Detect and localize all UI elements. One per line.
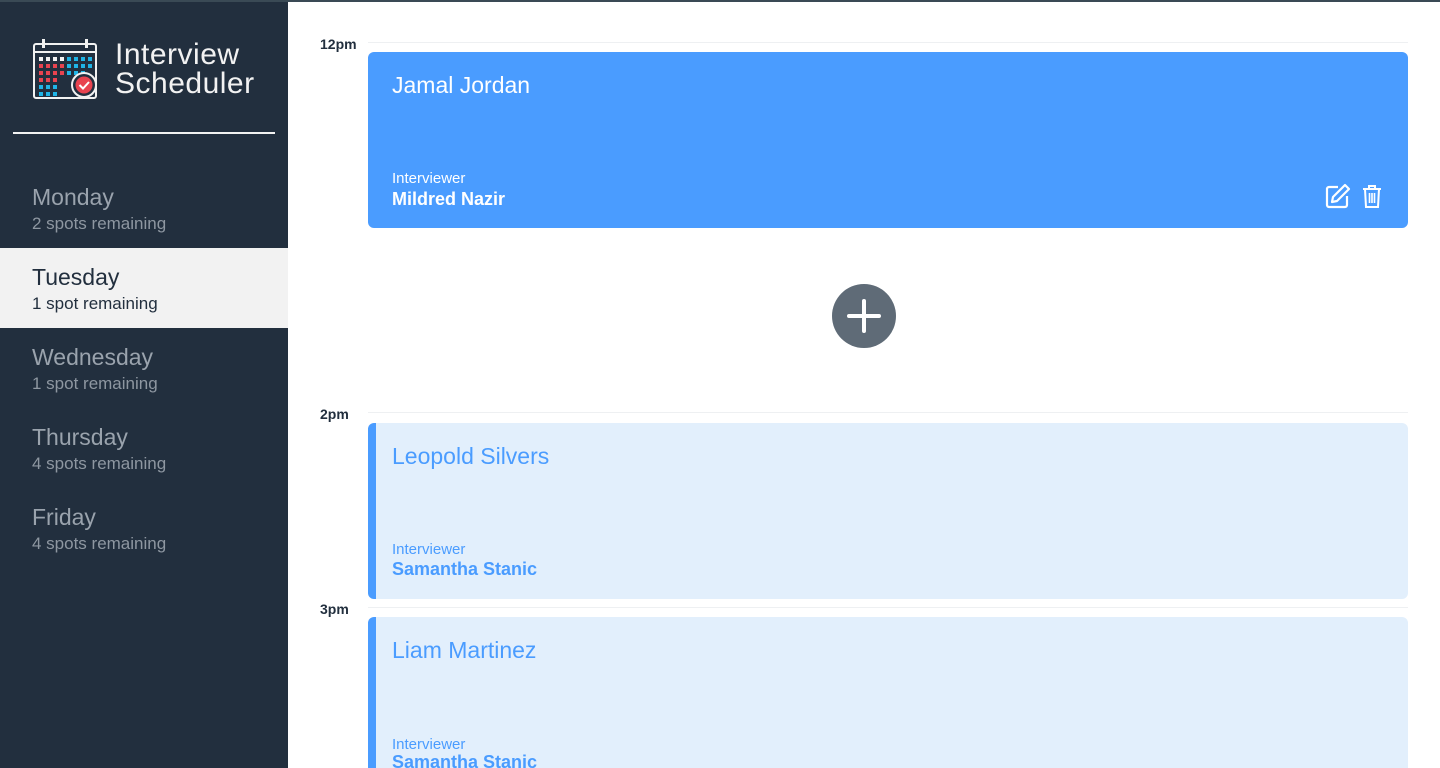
time-label-2pm: 2pm <box>320 406 349 422</box>
day-item-wednesday[interactable]: Wednesday 1 spot remaining <box>0 328 288 408</box>
day-item-monday[interactable]: Monday 2 spots remaining <box>0 168 288 248</box>
interviewer-label: Interviewer <box>392 736 466 753</box>
sidebar: Interview Scheduler Monday 2 spots remai… <box>0 2 288 768</box>
day-name: Monday <box>32 184 114 210</box>
day-spots: 1 spot remaining <box>32 294 158 313</box>
day-item-tuesday[interactable]: Tuesday 1 spot remaining <box>0 248 288 328</box>
day-spots: 4 spots remaining <box>32 534 167 553</box>
slot-separator <box>368 42 1408 43</box>
appointment-card-jamal-jordan[interactable]: Jamal Jordan Interviewer Mildred Nazir <box>368 52 1408 228</box>
interviewer-label: Interviewer <box>392 170 466 187</box>
app-title: Interview Scheduler <box>115 38 255 100</box>
student-name: Leopold Silvers <box>392 443 550 469</box>
brand-header: Interview Scheduler <box>13 2 275 134</box>
student-name: Jamal Jordan <box>392 72 531 98</box>
calendar-check-icon <box>33 39 97 99</box>
interviewer-name: Mildred Nazir <box>392 189 506 209</box>
slot-separator <box>368 412 1408 413</box>
app-title-line-2: Scheduler <box>115 67 255 100</box>
edit-icon[interactable] <box>1324 182 1352 210</box>
app-title-line-1: Interview <box>115 38 240 71</box>
day-item-friday[interactable]: Friday 4 spots remaining <box>0 488 288 568</box>
interviewer-name: Samantha Stanic <box>392 752 538 768</box>
appointment-actions <box>1324 182 1386 210</box>
day-spots: 2 spots remaining <box>32 214 167 233</box>
add-appointment-button[interactable] <box>832 284 896 348</box>
interviewer-name: Samantha Stanic <box>392 559 538 579</box>
appointment-card-liam-martinez[interactable]: Liam Martinez Interviewer Samantha Stani… <box>368 617 1408 768</box>
time-label-3pm: 3pm <box>320 601 349 617</box>
day-name: Thursday <box>32 424 128 450</box>
student-name: Liam Martinez <box>392 637 537 663</box>
day-name: Friday <box>32 504 96 530</box>
day-name: Tuesday <box>32 264 120 290</box>
day-spots: 1 spot remaining <box>32 374 158 393</box>
appointment-card-leopold-silvers[interactable]: Leopold Silvers Interviewer Samantha Sta… <box>368 423 1408 599</box>
plus-icon <box>847 299 881 333</box>
slot-separator <box>368 607 1408 608</box>
interviewer-label: Interviewer <box>392 541 466 558</box>
trash-icon[interactable] <box>1358 182 1386 210</box>
day-item-thursday[interactable]: Thursday 4 spots remaining <box>0 408 288 488</box>
time-label-12pm: 12pm <box>320 36 357 52</box>
day-name: Wednesday <box>32 344 154 370</box>
day-spots: 4 spots remaining <box>32 454 167 473</box>
